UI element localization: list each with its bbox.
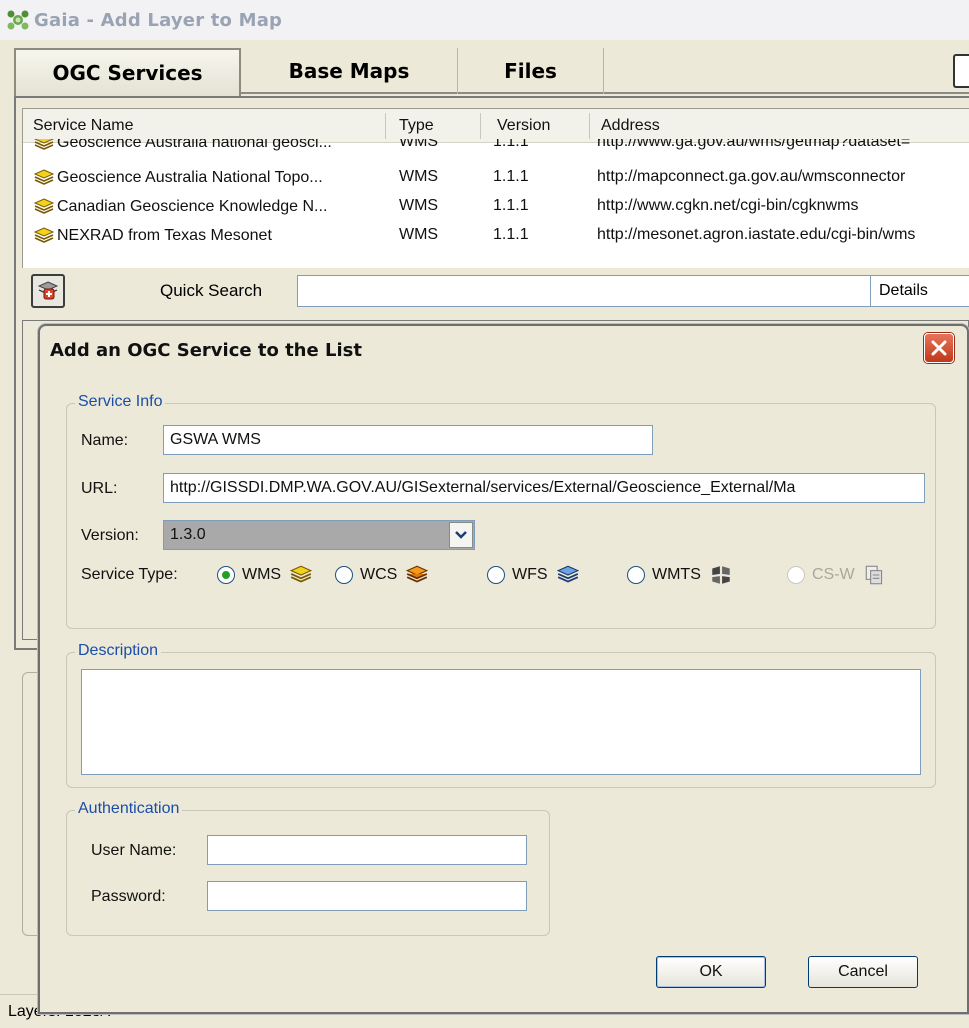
tab-base-maps[interactable]: Base Maps	[241, 48, 458, 94]
column-divider[interactable]	[385, 113, 386, 139]
layers-orange-icon	[406, 565, 429, 583]
radio-wmts[interactable]: WMTS	[627, 564, 733, 586]
radio-wms-label: WMS	[242, 566, 282, 583]
tab-strip: OGC Services Base Maps Files	[14, 48, 969, 96]
radio-button[interactable]	[627, 566, 645, 584]
radio-csw: CS-W	[787, 564, 887, 586]
table-row[interactable]: Geoscience Australia national geosci... …	[23, 139, 969, 161]
service-version-cell: 1.1.1	[493, 168, 529, 185]
layers-yellow-icon	[33, 198, 55, 214]
service-address-cell: http://mapconnect.ga.gov.au/wmsconnector	[597, 168, 906, 185]
dialog-title: Add an OGC Service to the List	[50, 340, 362, 361]
authentication-group: Authentication User Name: Password:	[66, 800, 550, 936]
version-label: Version:	[81, 527, 139, 544]
window-title-bar: Gaia - Add Layer to Map	[0, 0, 969, 40]
column-header-version[interactable]: Version	[497, 117, 550, 135]
radio-wms[interactable]: WMS	[217, 564, 313, 586]
service-address-cell: http://mesonet.agron.iastate.edu/cgi-bin…	[597, 226, 916, 243]
service-name-cell: Geoscience Australia National Topo...	[57, 169, 323, 186]
radio-button	[787, 566, 805, 584]
url-field[interactable]: http://GISSDI.DMP.WA.GOV.AU/GISexternal/…	[163, 473, 925, 503]
radio-csw-label: CS-W	[812, 566, 855, 583]
radio-wcs-label: WCS	[360, 566, 398, 583]
chevron-down-icon	[455, 531, 467, 539]
quick-search-input[interactable]	[297, 275, 875, 307]
table-row[interactable]: Geoscience Australia National Topo... WM…	[23, 163, 969, 192]
toolbar-button-partial[interactable]	[953, 54, 969, 88]
username-label: User Name:	[91, 842, 177, 859]
service-name-cell: NEXRAD from Texas Mesonet	[57, 227, 272, 244]
service-info-legend: Service Info	[75, 393, 166, 411]
quick-search-label: Quick Search	[160, 281, 263, 300]
tiles-icon	[712, 566, 730, 584]
url-label: URL:	[81, 480, 118, 497]
column-header-service-name[interactable]: Service Name	[33, 117, 133, 135]
service-type-cell: WMS	[399, 139, 439, 150]
layers-yellow-icon	[33, 139, 55, 150]
service-name-cell: Canadian Geoscience Knowledge N...	[57, 198, 328, 215]
add-service-button[interactable]	[31, 274, 65, 308]
service-info-group: Service Info Name: GSWA WMS URL: http://…	[66, 393, 936, 629]
radio-button[interactable]	[487, 566, 505, 584]
password-label: Password:	[91, 888, 166, 905]
column-divider[interactable]	[480, 113, 481, 139]
window-title: Gaia - Add Layer to Map	[34, 9, 283, 31]
service-version-cell: 1.1.1	[493, 197, 529, 214]
version-value: 1.3.0	[170, 526, 206, 543]
service-address-cell: http://www.cgkn.net/cgi-bin/cgknwms	[597, 197, 859, 214]
version-select[interactable]: 1.3.0	[163, 520, 475, 550]
username-field[interactable]	[207, 835, 527, 865]
layers-yellow-icon	[33, 169, 55, 185]
tab-files[interactable]: Files	[458, 48, 604, 94]
description-legend: Description	[75, 642, 162, 660]
column-divider[interactable]	[589, 113, 590, 139]
radio-wfs-label: WFS	[512, 566, 548, 583]
view-mode-select[interactable]: Details	[870, 275, 969, 307]
radio-button[interactable]	[335, 566, 353, 584]
service-type-cell: WMS	[399, 168, 439, 185]
catalog-icon	[865, 565, 882, 585]
table-row[interactable]: NEXRAD from Texas Mesonet WMS 1.1.1 http…	[23, 221, 969, 250]
name-field[interactable]: GSWA WMS	[163, 425, 653, 455]
layers-yellow-icon	[33, 227, 55, 243]
ok-button[interactable]: OK	[656, 956, 766, 988]
service-type-cell: WMS	[399, 197, 439, 214]
cancel-button[interactable]: Cancel	[808, 956, 918, 988]
name-label: Name:	[81, 432, 129, 449]
service-address-cell: http://www.ga.gov.au/wms/getmap?dataset=	[597, 139, 911, 150]
layers-yellow-icon	[289, 565, 313, 583]
authentication-legend: Authentication	[75, 800, 183, 818]
radio-wmts-label: WMTS	[652, 566, 701, 583]
description-group: Description	[66, 642, 936, 788]
service-version-cell: 1.1.1	[493, 226, 529, 243]
service-version-cell: 1.1.1	[493, 139, 529, 150]
version-dropdown-button[interactable]	[449, 522, 473, 548]
service-type-cell: WMS	[399, 226, 439, 243]
layers-blue-icon	[556, 565, 579, 583]
gaia-app-icon	[7, 10, 29, 30]
radio-wfs[interactable]: WFS	[487, 564, 580, 586]
description-textarea[interactable]	[81, 669, 921, 775]
radio-wcs[interactable]: WCS	[335, 564, 429, 586]
password-field[interactable]	[207, 881, 527, 911]
add-service-icon	[37, 281, 59, 300]
table-header: Service Name Type Version Address	[23, 109, 969, 143]
column-header-type[interactable]: Type	[399, 117, 434, 135]
radio-button[interactable]	[217, 566, 235, 584]
service-name-cell: Geoscience Australia national geosci...	[57, 139, 332, 151]
dialog-close-button[interactable]	[924, 333, 954, 363]
add-ogc-service-dialog: Add an OGC Service to the List Service I…	[38, 324, 969, 1014]
quick-search-row: Quick Search Details	[22, 268, 969, 316]
tab-ogc-services[interactable]: OGC Services	[14, 48, 241, 96]
table-row[interactable]: Canadian Geoscience Knowledge N... WMS 1…	[23, 192, 969, 221]
close-icon	[931, 340, 947, 356]
service-type-label: Service Type:	[81, 566, 178, 583]
column-header-address[interactable]: Address	[601, 117, 660, 135]
